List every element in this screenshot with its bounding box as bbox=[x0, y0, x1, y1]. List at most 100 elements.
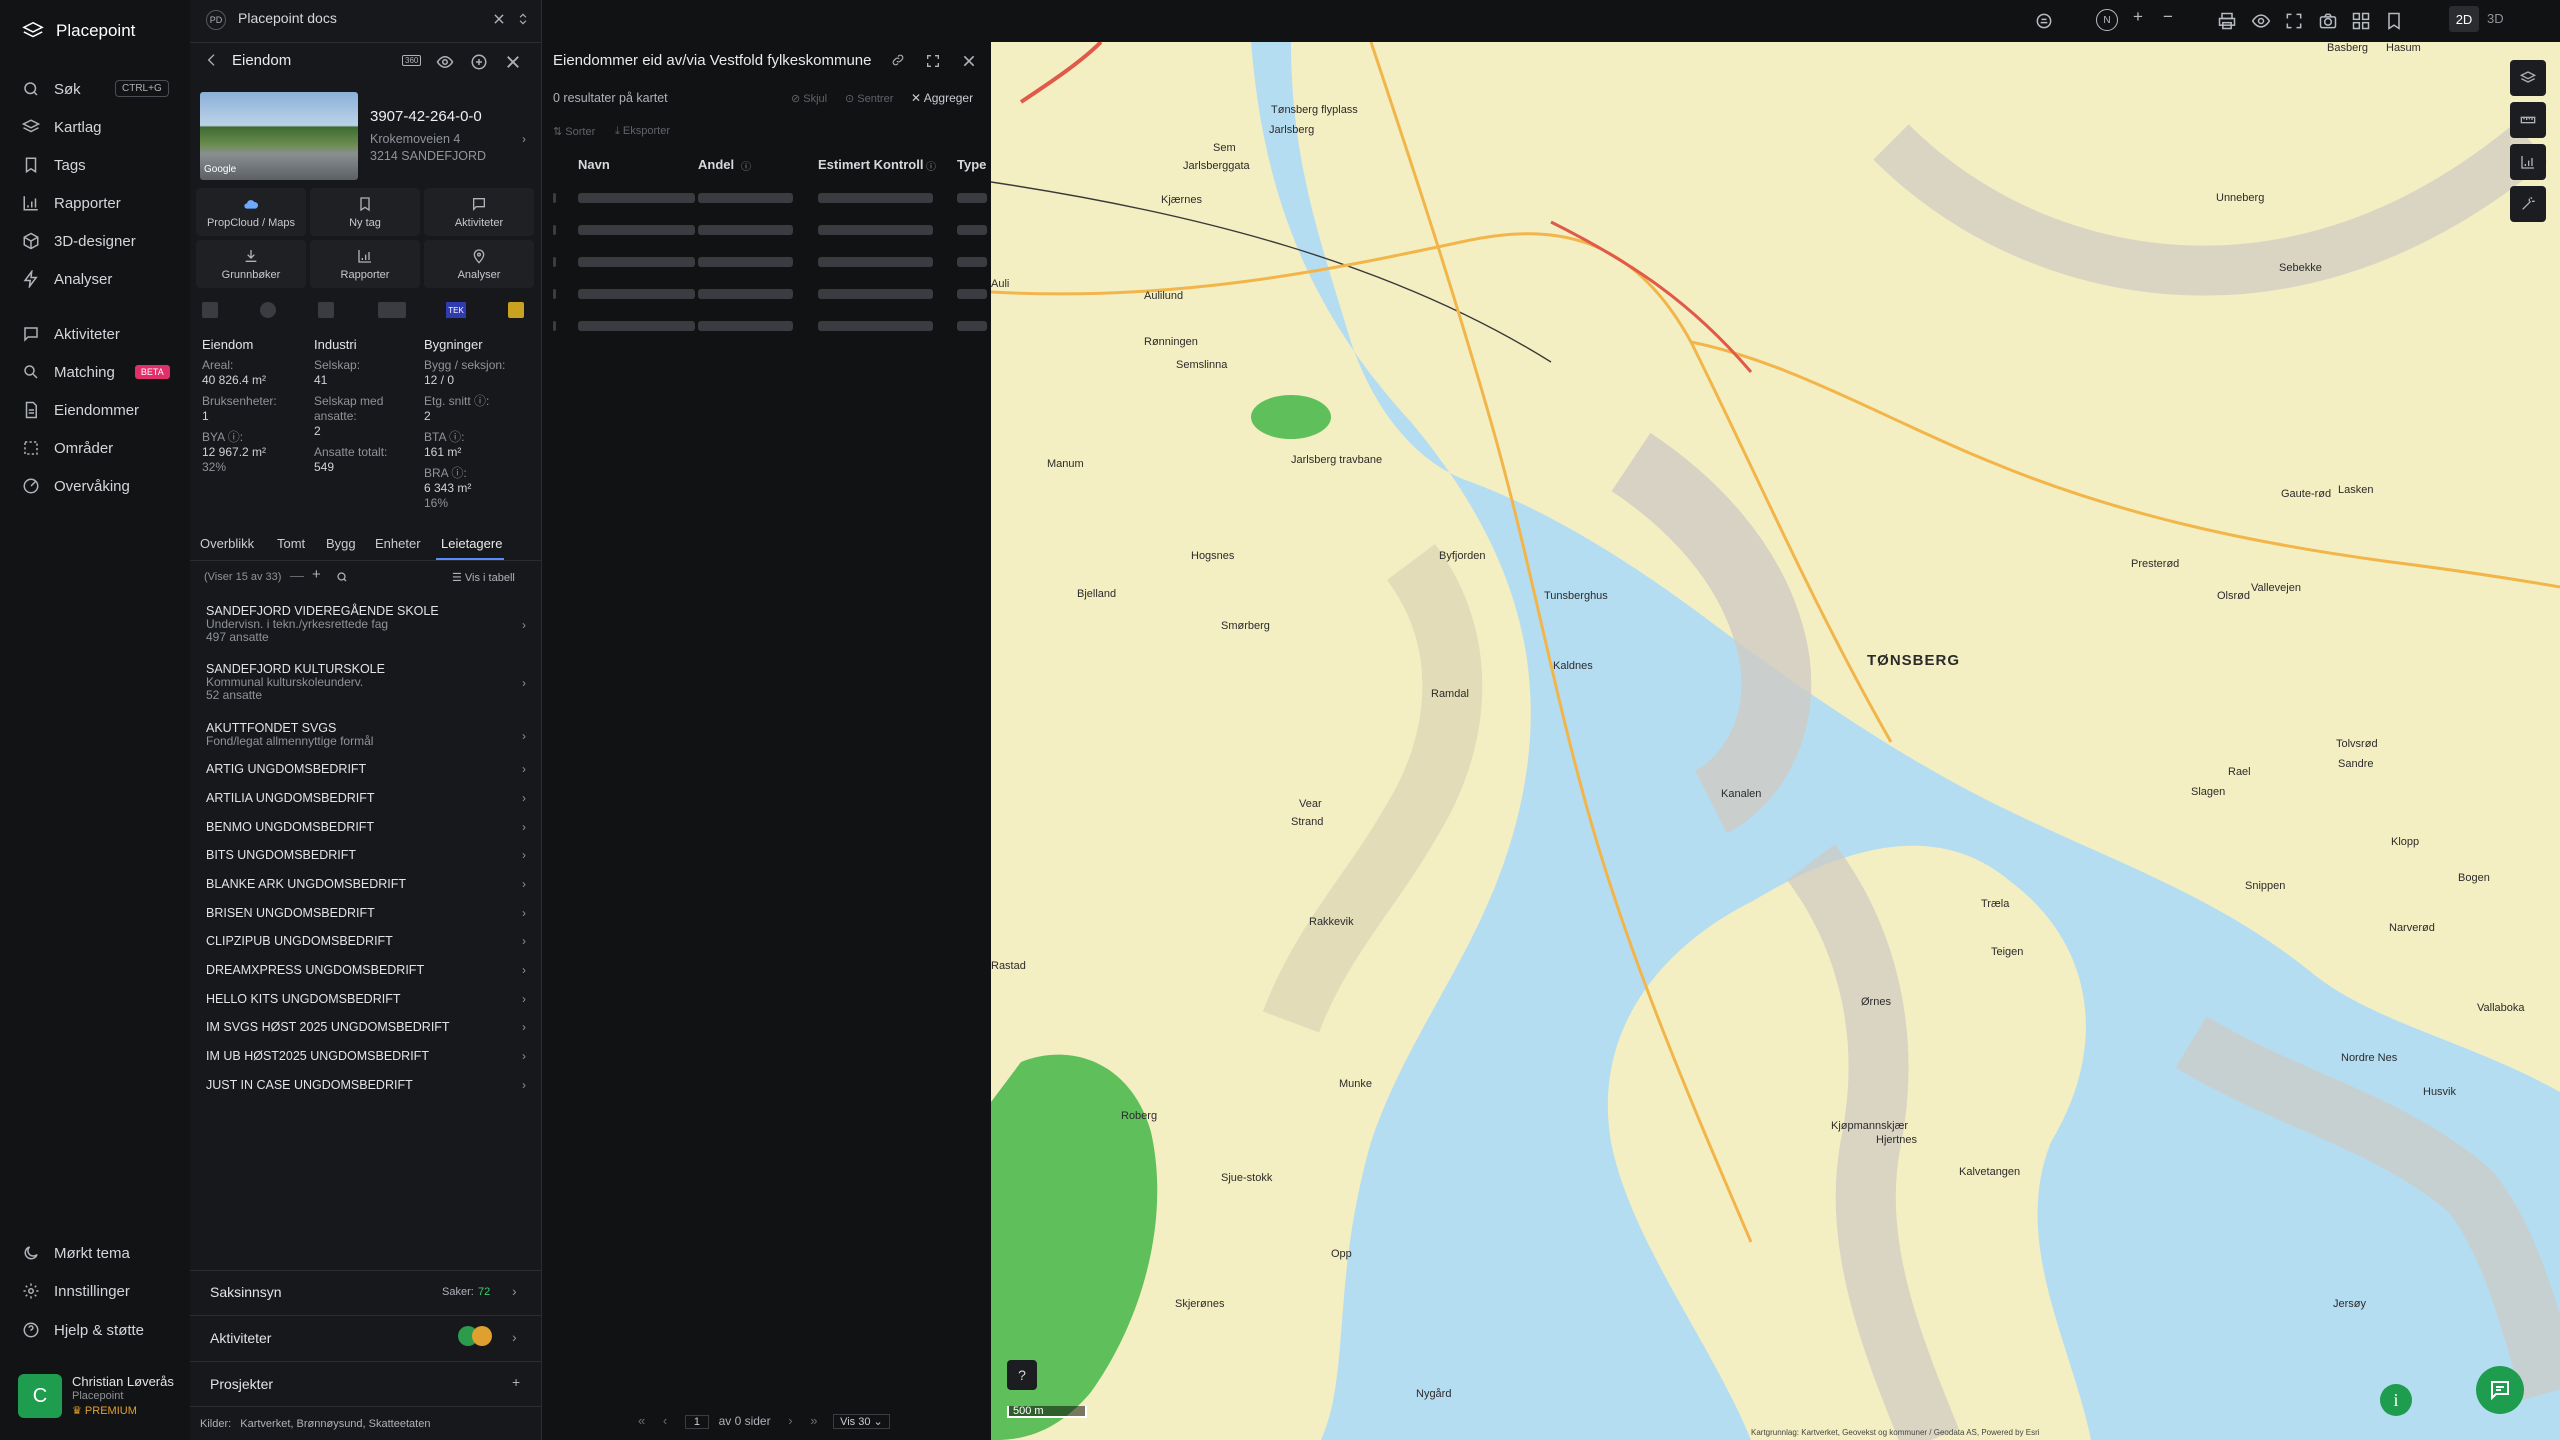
zoom-out-button[interactable]: − bbox=[2163, 7, 2183, 27]
activities-button[interactable]: Aktiviteter bbox=[424, 188, 534, 236]
zoom-in-button[interactable]: + bbox=[2133, 7, 2153, 27]
tenant-item[interactable]: ARTIG UNGDOMSBEDRIFT › bbox=[206, 763, 526, 776]
column-header-type[interactable]: Type bbox=[957, 157, 986, 172]
help-button[interactable]: ? bbox=[1007, 1360, 1037, 1390]
nav-item-search[interactable]: Søk bbox=[22, 78, 81, 100]
page-input[interactable]: 1 bbox=[684, 1415, 709, 1429]
expand-icon[interactable] bbox=[925, 53, 941, 69]
source-logo-3[interactable] bbox=[318, 302, 334, 318]
fullscreen-icon[interactable] bbox=[2284, 11, 2304, 31]
dark-theme-toggle[interactable]: Mørkt tema bbox=[22, 1242, 130, 1264]
nav-item-rapporter[interactable]: Rapporter bbox=[22, 192, 121, 214]
case-access-row[interactable]: Saksinnsyn Saker: 72 › bbox=[190, 1271, 542, 1315]
activities-row[interactable]: Aktiviteter › bbox=[190, 1316, 542, 1360]
user-menu[interactable]: C Christian Løverås Placepoint ♛ PREMIUM bbox=[14, 1368, 184, 1424]
eye-icon[interactable] bbox=[2251, 11, 2271, 31]
nav-item-tags[interactable]: Tags bbox=[22, 154, 86, 176]
nav-item-overvaking[interactable]: Overvåking bbox=[22, 475, 130, 497]
info-icon[interactable]: i bbox=[2380, 1384, 2412, 1416]
street-view-photo[interactable]: Google bbox=[200, 92, 358, 180]
tenant-item[interactable]: BENMO UNGDOMSBEDRIFT › bbox=[206, 821, 526, 834]
tab-leietagere[interactable]: Leietagere bbox=[441, 536, 502, 551]
add-icon[interactable]: + bbox=[312, 566, 321, 583]
tek-badge[interactable]: TEK bbox=[446, 302, 466, 318]
tab-bygg[interactable]: Bygg bbox=[326, 536, 356, 551]
link-icon[interactable] bbox=[891, 53, 905, 67]
tab-enheter[interactable]: Enheter bbox=[375, 536, 421, 551]
last-page-button[interactable]: » bbox=[810, 1413, 817, 1428]
close-icon[interactable] bbox=[504, 53, 522, 71]
map-layer-button[interactable] bbox=[2510, 60, 2546, 96]
settings-link[interactable]: Innstillinger bbox=[22, 1280, 130, 1302]
close-icon[interactable] bbox=[961, 53, 977, 69]
tools-button[interactable] bbox=[2510, 186, 2546, 222]
column-header-name[interactable]: Navn bbox=[578, 157, 610, 172]
table-view-toggle[interactable]: ☰ Vis i tabell bbox=[452, 571, 515, 584]
street-icon[interactable] bbox=[2034, 11, 2054, 31]
analyses-button[interactable]: Analyser bbox=[424, 240, 534, 288]
nav-item-matching[interactable]: Matching BETA bbox=[22, 361, 170, 383]
tenant-item[interactable]: IM UB HØST2025 UNGDOMSBEDRIFT › bbox=[206, 1050, 526, 1063]
tenant-item[interactable]: BLANKE ARK UNGDOMSBEDRIFT › bbox=[206, 878, 526, 891]
measure-button[interactable] bbox=[2510, 102, 2546, 138]
source-logo-6[interactable] bbox=[508, 302, 524, 318]
chevron-updown-icon[interactable] bbox=[516, 12, 530, 26]
search-icon[interactable] bbox=[336, 571, 348, 583]
next-page-button[interactable]: › bbox=[788, 1413, 792, 1428]
column-header-control[interactable]: Estimert Kontroll bbox=[818, 157, 923, 172]
nav-item-eiendommer[interactable]: Eiendommer bbox=[22, 399, 139, 421]
info-icon[interactable]: ⓘ bbox=[741, 158, 751, 173]
chat-support-button[interactable] bbox=[2476, 1366, 2524, 1414]
grid-icon[interactable] bbox=[2351, 11, 2371, 31]
mode-2d-button[interactable]: 2D bbox=[2449, 6, 2479, 32]
tenant-item[interactable]: BRISEN UNGDOMSBEDRIFT › bbox=[206, 907, 526, 920]
nav-item-analyser[interactable]: Analyser bbox=[22, 268, 112, 290]
help-link[interactable]: Hjelp & støtte bbox=[22, 1319, 144, 1341]
tenant-item[interactable]: HELLO KITS UNGDOMSBEDRIFT › bbox=[206, 993, 526, 1006]
tenant-item[interactable]: SANDEFJORD KULTURSKOLE Kommunal kultursko… bbox=[206, 663, 526, 702]
tenant-item[interactable]: BITS UNGDOMSBEDRIFT › bbox=[206, 849, 526, 862]
source-logo-2[interactable] bbox=[260, 302, 276, 318]
eye-icon[interactable] bbox=[436, 53, 454, 71]
tenant-item[interactable]: SANDEFJORD VIDEREGÅENDE SKOLE Undervisn. … bbox=[206, 605, 526, 644]
tab-tomt[interactable]: Tomt bbox=[277, 536, 305, 551]
tenant-item[interactable]: DREAMXPRESS UNGDOMSBEDRIFT › bbox=[206, 964, 526, 977]
mode-3d-button[interactable]: 3D bbox=[2487, 11, 2504, 26]
propcloud-button[interactable]: PropCloud / Maps bbox=[196, 188, 306, 236]
sort-button[interactable]: ⇅ Sorter bbox=[553, 125, 595, 138]
tab-overblikk[interactable]: Overblikk bbox=[200, 536, 254, 551]
reports-button[interactable]: Rapporter bbox=[310, 240, 420, 288]
tenant-item[interactable]: JUST IN CASE UNGDOMSBEDRIFT › bbox=[206, 1079, 526, 1092]
tenant-item[interactable]: AKUTTFONDET SVGS Fond/legat allmennyttige… bbox=[206, 722, 526, 748]
360-icon[interactable]: 360 bbox=[402, 55, 422, 66]
nav-item-aktiviteter[interactable]: Aktiviteter bbox=[22, 323, 120, 345]
land-registry-button[interactable]: Grunnbøker bbox=[196, 240, 306, 288]
camera-icon[interactable] bbox=[2318, 11, 2338, 31]
workspace-title[interactable]: Placepoint docs bbox=[238, 10, 337, 26]
hide-button[interactable]: ⊘ Skjul bbox=[791, 92, 827, 105]
statistics-button[interactable] bbox=[2510, 144, 2546, 180]
first-page-button[interactable]: « bbox=[638, 1413, 645, 1428]
aggregate-button[interactable]: ✕ Aggreger bbox=[911, 91, 973, 105]
new-tag-button[interactable]: Ny tag bbox=[310, 188, 420, 236]
print-icon[interactable] bbox=[2217, 11, 2237, 31]
tenant-item[interactable]: ARTILIA UNGDOMSBEDRIFT › bbox=[206, 792, 526, 805]
page-size-select[interactable]: Vis 30 ⌄ bbox=[833, 1414, 890, 1429]
info-icon[interactable]: ⓘ bbox=[926, 158, 936, 173]
export-button[interactable]: ⤓ Eksporter bbox=[615, 125, 670, 138]
column-header-share[interactable]: Andel bbox=[698, 157, 734, 172]
close-icon[interactable] bbox=[492, 12, 506, 26]
nav-item-kartlag[interactable]: Kartlag bbox=[22, 116, 102, 138]
nav-item-omrader[interactable]: Områder bbox=[22, 437, 113, 459]
source-link[interactable]: Brønnøysund bbox=[297, 1418, 363, 1430]
source-link[interactable]: Skatteetaten bbox=[369, 1418, 431, 1430]
source-logo-4[interactable] bbox=[378, 302, 406, 318]
chevron-right-icon[interactable]: › bbox=[522, 132, 526, 146]
projects-row[interactable]: Prosjekter + bbox=[190, 1362, 542, 1406]
brand[interactable]: Placepoint bbox=[22, 20, 135, 42]
back-icon[interactable] bbox=[204, 52, 220, 68]
prev-page-button[interactable]: ‹ bbox=[663, 1413, 667, 1428]
collapse-icon[interactable]: — bbox=[290, 567, 304, 583]
add-circle-icon[interactable] bbox=[470, 53, 488, 71]
map-canvas[interactable]: TØNSBERG Tønsberg flyplass Jarlsberg Jarlsb… bbox=[991, 42, 2560, 1440]
